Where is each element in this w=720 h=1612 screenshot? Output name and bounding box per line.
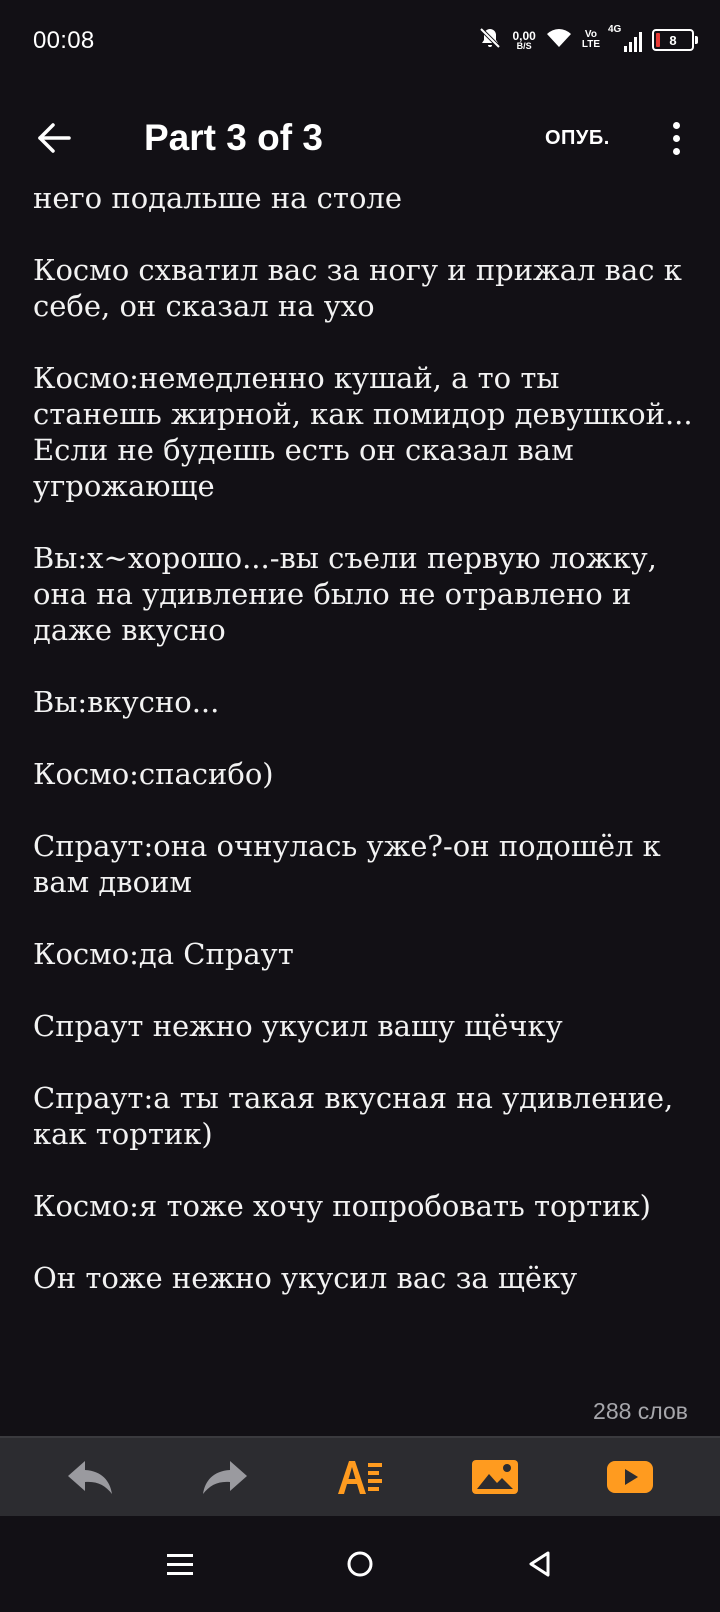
status-time: 00:08 — [33, 27, 95, 54]
recents-button[interactable] — [160, 1544, 200, 1584]
back-button[interactable] — [30, 114, 78, 162]
system-back-button[interactable] — [520, 1544, 560, 1584]
story-paragraph: Вы:вкусно... — [33, 685, 220, 719]
home-icon — [347, 1551, 373, 1577]
home-button[interactable] — [340, 1544, 380, 1584]
status-icons: 0,00 B/S Vo LTE 4G 8 — [478, 24, 698, 56]
insert-video-button[interactable] — [600, 1449, 660, 1505]
volte-indicator: Vo LTE — [582, 30, 600, 50]
story-paragraph: Космо схватил вас за ногу и прижал вас к… — [33, 253, 682, 323]
undo-button[interactable] — [60, 1449, 120, 1505]
story-paragraph: Космо:я тоже хочу попробовать тортик) — [33, 1189, 651, 1223]
volte-bottom: LTE — [581, 39, 600, 50]
net-speed-unit: B/S — [516, 40, 532, 51]
insert-video-icon — [607, 1461, 654, 1493]
recents-icon — [167, 1554, 193, 1575]
net-speed-value: 0,00 — [512, 28, 536, 43]
publish-button[interactable]: ОПУБ. — [545, 124, 610, 152]
story-paragraph: Спраут:она очнулась уже?-он подошёл к ва… — [33, 829, 661, 899]
story-text: Вы:нет......вы попытались отодвинулся от… — [33, 172, 693, 1332]
more-options-button[interactable] — [656, 114, 696, 162]
insert-image-button[interactable] — [465, 1449, 525, 1505]
back-arrow-icon — [38, 123, 71, 153]
status-bar: 00:08 0,00 B/S Vo LTE 4G 8 — [0, 0, 720, 80]
more-vertical-icon — [672, 121, 680, 129]
story-paragraph: Вы:х~хорошо...-вы съели первую ложку, он… — [33, 541, 657, 647]
insert-image-icon — [472, 1460, 519, 1494]
back-icon — [529, 1551, 550, 1577]
text-format-icon — [337, 1461, 382, 1494]
story-paragraph: Космо:да Спраут — [33, 937, 294, 971]
app-screen: 00:08 0,00 B/S Vo LTE 4G 8 Part 3 of 3 О… — [0, 0, 720, 1612]
undo-icon — [67, 1461, 112, 1494]
app-toolbar: Part 3 of 3 ОПУБ. — [0, 96, 720, 180]
battery-level: 8 — [669, 32, 677, 48]
text-format-button[interactable] — [330, 1449, 390, 1505]
story-paragraph: Спраут нежно укусил вашу щёчку — [33, 1009, 563, 1043]
story-paragraph: Спраут:а ты такая вкусная на удивление, … — [33, 1081, 674, 1151]
bell-muted-icon — [478, 26, 502, 55]
redo-button[interactable] — [195, 1449, 255, 1505]
story-editor[interactable]: Вы:нет......вы попытались отодвинулся от… — [0, 172, 720, 1430]
battery-icon: 8 — [652, 29, 698, 51]
editor-toolbar — [0, 1436, 720, 1516]
redo-icon — [202, 1461, 247, 1494]
network-type: 4G — [608, 24, 622, 35]
wifi-icon — [546, 27, 572, 54]
story-paragraph: Он тоже нежно укусил вас за щёку — [33, 1261, 578, 1295]
signal-icon: 4G — [608, 24, 642, 52]
story-paragraph: Космо:спасибо) — [33, 757, 274, 791]
story-paragraph: Космо:немедленно кушай, а то ты станешь … — [33, 361, 693, 503]
system-navigation-bar — [0, 1516, 720, 1612]
word-count: 288 слов — [593, 1398, 688, 1424]
page-title: Part 3 of 3 — [144, 117, 323, 158]
net-speed: 0,00 B/S — [512, 30, 535, 51]
